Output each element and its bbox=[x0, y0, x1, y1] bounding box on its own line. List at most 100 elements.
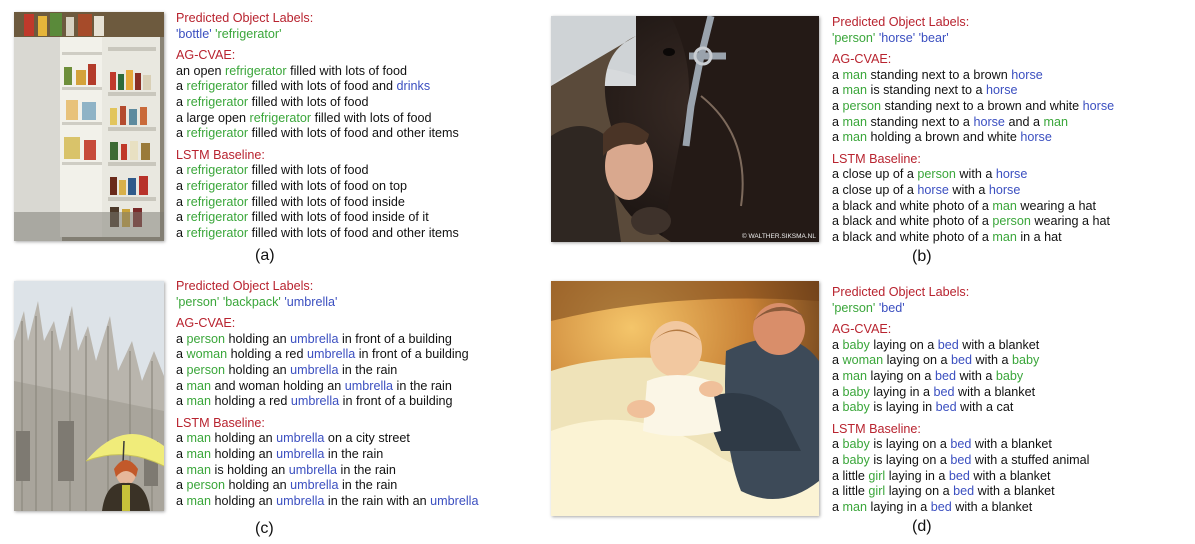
caption-segment: in the rain bbox=[338, 478, 398, 493]
green-word: baby bbox=[842, 384, 870, 399]
green-word: refrigerator bbox=[186, 94, 249, 109]
agcvae-caption: a person holding an umbrella in the rain bbox=[176, 363, 478, 379]
green-word: baby bbox=[842, 452, 870, 467]
caption-segment: a little bbox=[832, 484, 869, 499]
agcvae-caption: a refrigerator filled with lots of food bbox=[176, 95, 459, 111]
caption-segment: laying in a bbox=[885, 468, 949, 483]
agcvae-header: AG-CVAE: bbox=[832, 322, 892, 337]
caption-segment: holding an bbox=[211, 493, 277, 508]
caption-segment: a bbox=[176, 347, 187, 362]
object-label: 'bear' bbox=[918, 30, 949, 45]
agcvae-caption: a man holding a brown and white horse bbox=[832, 130, 1114, 146]
agcvae-caption: a man standing next to a horse and a man bbox=[832, 115, 1114, 131]
lstm-caption: a refrigerator filled with lots of food … bbox=[176, 226, 459, 242]
caption-segment: filled with lots of food on top bbox=[248, 178, 408, 193]
caption-segment: with a blanket bbox=[958, 337, 1040, 352]
green-word: man bbox=[842, 368, 868, 383]
green-word: refrigerator bbox=[249, 110, 312, 125]
caption-segment: filled with lots of food bbox=[248, 163, 369, 178]
lstm-caption: a man holding an umbrella on a city stre… bbox=[176, 431, 478, 447]
caption-segment: a bbox=[832, 437, 843, 452]
caption-segment: a bbox=[176, 163, 187, 178]
caption-segment: and a bbox=[1004, 114, 1044, 129]
caption-segment: with a bbox=[955, 368, 996, 383]
subfigure-label-c: (c) bbox=[255, 520, 274, 537]
caption-segment: is holding an bbox=[211, 462, 289, 477]
caption-segment: laying on a bbox=[883, 353, 952, 368]
lstm-caption: a refrigerator filled with lots of food bbox=[176, 163, 459, 179]
caption-segment: with a blanket bbox=[951, 499, 1033, 514]
caption-segment: in the rain bbox=[337, 462, 396, 477]
caption-segment: filled with lots of food inside bbox=[248, 194, 405, 209]
agcvae-caption: a man standing next to a brown horse bbox=[832, 68, 1114, 84]
caption-segment: a bbox=[832, 337, 843, 352]
caption-segment: is laying in bbox=[869, 400, 936, 415]
caption-segment: in front of a building bbox=[338, 331, 452, 346]
caption-segment: in the rain bbox=[338, 362, 398, 377]
photo-refrigerator bbox=[14, 12, 164, 241]
caption-segment: a close up of a bbox=[832, 182, 918, 197]
green-word: person bbox=[186, 362, 226, 377]
green-word: man bbox=[992, 229, 1017, 244]
blue-word: bed bbox=[937, 337, 959, 352]
blue-word: bed bbox=[935, 400, 957, 415]
caption-segment: in the rain bbox=[393, 378, 452, 393]
panel-c-text: Predicted Object Labels:'person' 'backpa… bbox=[176, 279, 478, 509]
caption-segment: standing next to a brown bbox=[867, 67, 1012, 82]
caption-segment: a large open bbox=[176, 110, 250, 125]
caption-segment: holding an bbox=[225, 331, 291, 346]
object-label: 'backpack' bbox=[222, 294, 281, 309]
lstm-caption: a close up of a person with a horse bbox=[832, 167, 1114, 183]
caption-segment: a bbox=[176, 178, 187, 193]
blue-word: bed bbox=[948, 468, 970, 483]
blue-word: bed bbox=[953, 484, 975, 499]
caption-segment: holding an bbox=[225, 478, 291, 493]
caption-segment: with a bbox=[955, 167, 996, 182]
green-word: man bbox=[186, 431, 212, 446]
subfigure-label-d: (d) bbox=[912, 518, 932, 535]
green-word: man bbox=[186, 446, 212, 461]
caption-segment: filled with lots of food bbox=[286, 63, 408, 78]
blue-word: horse bbox=[986, 83, 1018, 98]
caption-segment: is laying on a bbox=[869, 452, 951, 467]
caption-segment: a bbox=[176, 462, 187, 477]
blue-word: horse bbox=[917, 182, 949, 197]
caption-segment: a bbox=[176, 210, 187, 225]
green-word: girl bbox=[868, 468, 886, 483]
agcvae-caption: a person standing next to a brown and wh… bbox=[832, 99, 1114, 115]
caption-segment: a bbox=[176, 126, 187, 141]
green-word: baby bbox=[995, 368, 1024, 383]
object-label: 'person' bbox=[832, 30, 876, 45]
caption-segment: a bbox=[832, 98, 843, 113]
caption-segment: a bbox=[176, 378, 187, 393]
green-word: woman bbox=[186, 347, 228, 362]
object-labels: 'bottle' 'refrigerator' bbox=[176, 27, 459, 43]
blue-word: umbrella bbox=[290, 362, 339, 377]
lstm-caption: a man holding an umbrella in the rain bbox=[176, 447, 478, 463]
green-word: person bbox=[186, 331, 226, 346]
green-word: man bbox=[992, 198, 1017, 213]
blue-word: umbrella bbox=[276, 446, 325, 461]
caption-segment: a bbox=[832, 67, 843, 82]
labels-header: Predicted Object Labels: bbox=[176, 279, 314, 293]
green-word: baby bbox=[842, 437, 870, 452]
object-labels: 'person' 'bed' bbox=[832, 301, 1089, 317]
caption-segment: a little bbox=[832, 468, 869, 483]
green-word: refrigerator bbox=[186, 79, 249, 94]
blue-word: umbrella bbox=[290, 394, 340, 409]
caption-segment: holding a red bbox=[211, 394, 291, 409]
agcvae-header: AG-CVAE: bbox=[176, 316, 236, 331]
caption-segment: in a hat bbox=[1016, 229, 1062, 244]
caption-segment: with a bbox=[948, 182, 989, 197]
lstm-caption: a black and white photo of a person wear… bbox=[832, 214, 1114, 230]
blue-word: umbrella bbox=[290, 478, 339, 493]
caption-segment: a bbox=[832, 83, 843, 98]
blue-word: umbrella bbox=[290, 331, 339, 346]
photo-watermark: © WALTHER.SIKSMA.NL bbox=[741, 233, 816, 240]
subfigure-label-a: (a) bbox=[255, 247, 275, 264]
agcvae-caption: a man is standing next to a horse bbox=[832, 83, 1114, 99]
green-word: man bbox=[186, 378, 212, 393]
lstm-caption: a man laying in a bed with a blanket bbox=[832, 500, 1089, 516]
agcvae-header: AG-CVAE: bbox=[832, 52, 892, 67]
caption-segment: with a blanket bbox=[974, 484, 1055, 499]
